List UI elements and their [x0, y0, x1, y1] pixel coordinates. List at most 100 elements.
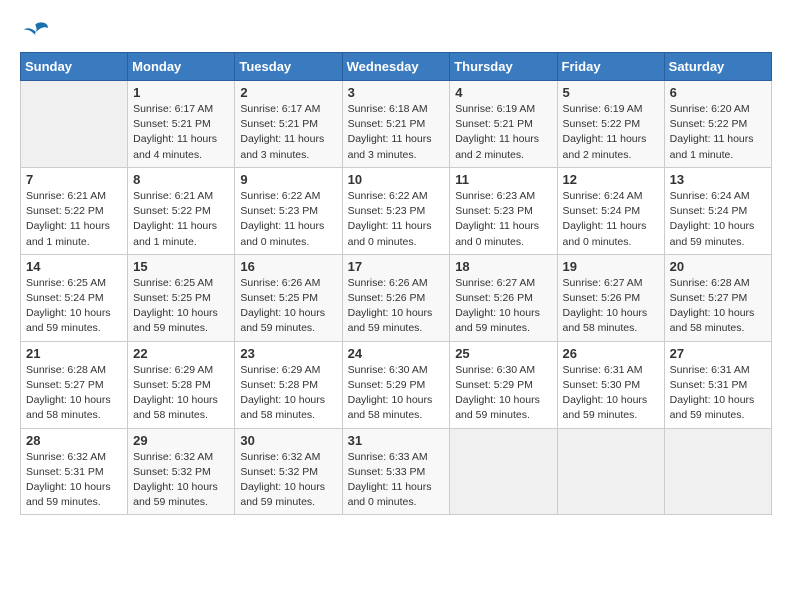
calendar-table: SundayMondayTuesdayWednesdayThursdayFrid… [20, 52, 772, 515]
day-info: Sunrise: 6:22 AM Sunset: 5:23 PM Dayligh… [240, 189, 336, 250]
day-info: Sunrise: 6:25 AM Sunset: 5:24 PM Dayligh… [26, 276, 122, 337]
calendar-cell: 24 Sunrise: 6:30 AM Sunset: 5:29 PM Dayli… [342, 341, 450, 428]
calendar-cell [21, 81, 128, 168]
calendar-cell: 28Sunrise: 6:32 AM Sunset: 5:31 PM Dayli… [21, 428, 128, 515]
calendar-cell: 10 Sunrise: 6:22 AM Sunset: 5:23 PM Dayli… [342, 167, 450, 254]
calendar-cell: 13Sunrise: 6:24 AM Sunset: 5:24 PM Dayli… [664, 167, 771, 254]
header-friday: Friday [557, 53, 664, 81]
day-info: Sunrise: 6:32 AM Sunset: 5:31 PM Dayligh… [26, 450, 122, 511]
day-number: 1 [133, 85, 229, 100]
week-row-3: 14 Sunrise: 6:25 AM Sunset: 5:24 PM Dayli… [21, 254, 772, 341]
day-number: 4 [455, 85, 551, 100]
day-number: 3 [348, 85, 445, 100]
day-info: Sunrise: 6:29 AM Sunset: 5:28 PM Dayligh… [133, 363, 229, 424]
calendar-cell: 23 Sunrise: 6:29 AM Sunset: 5:28 PM Dayli… [235, 341, 342, 428]
day-number: 6 [670, 85, 766, 100]
day-info: Sunrise: 6:32 AM Sunset: 5:32 PM Dayligh… [240, 450, 336, 511]
day-info: Sunrise: 6:17 AM Sunset: 5:21 PM Dayligh… [240, 102, 336, 163]
calendar-cell: 11 Sunrise: 6:23 AM Sunset: 5:23 PM Dayli… [450, 167, 557, 254]
calendar-cell: 8 Sunrise: 6:21 AM Sunset: 5:22 PM Daylig… [128, 167, 235, 254]
day-info: Sunrise: 6:26 AM Sunset: 5:25 PM Dayligh… [240, 276, 336, 337]
day-info: Sunrise: 6:30 AM Sunset: 5:29 PM Dayligh… [348, 363, 445, 424]
day-number: 14 [26, 259, 122, 274]
day-number: 24 [348, 346, 445, 361]
calendar-cell: 5Sunrise: 6:19 AM Sunset: 5:22 PM Daylig… [557, 81, 664, 168]
day-number: 11 [455, 172, 551, 187]
day-info: Sunrise: 6:28 AM Sunset: 5:27 PM Dayligh… [670, 276, 766, 337]
week-row-2: 7Sunrise: 6:21 AM Sunset: 5:22 PM Daylig… [21, 167, 772, 254]
calendar-cell: 1 Sunrise: 6:17 AM Sunset: 5:21 PM Daylig… [128, 81, 235, 168]
day-info: Sunrise: 6:29 AM Sunset: 5:28 PM Dayligh… [240, 363, 336, 424]
day-number: 25 [455, 346, 551, 361]
calendar-cell: 16 Sunrise: 6:26 AM Sunset: 5:25 PM Dayli… [235, 254, 342, 341]
header-wednesday: Wednesday [342, 53, 450, 81]
day-info: Sunrise: 6:22 AM Sunset: 5:23 PM Dayligh… [348, 189, 445, 250]
calendar-cell: 20 Sunrise: 6:28 AM Sunset: 5:27 PM Dayli… [664, 254, 771, 341]
calendar-cell [557, 428, 664, 515]
calendar-cell: 4 Sunrise: 6:19 AM Sunset: 5:21 PM Daylig… [450, 81, 557, 168]
day-number: 31 [348, 433, 445, 448]
day-info: Sunrise: 6:24 AM Sunset: 5:24 PM Dayligh… [670, 189, 766, 250]
calendar-cell: 7Sunrise: 6:21 AM Sunset: 5:22 PM Daylig… [21, 167, 128, 254]
day-number: 9 [240, 172, 336, 187]
day-number: 2 [240, 85, 336, 100]
day-info: Sunrise: 6:28 AM Sunset: 5:27 PM Dayligh… [26, 363, 122, 424]
day-info: Sunrise: 6:31 AM Sunset: 5:30 PM Dayligh… [563, 363, 659, 424]
calendar-cell: 6 Sunrise: 6:20 AM Sunset: 5:22 PM Daylig… [664, 81, 771, 168]
calendar-cell: 21 Sunrise: 6:28 AM Sunset: 5:27 PM Dayli… [21, 341, 128, 428]
calendar-cell: 15 Sunrise: 6:25 AM Sunset: 5:25 PM Dayli… [128, 254, 235, 341]
day-info: Sunrise: 6:19 AM Sunset: 5:22 PM Dayligh… [563, 102, 659, 163]
day-info: Sunrise: 6:30 AM Sunset: 5:29 PM Dayligh… [455, 363, 551, 424]
calendar-cell: 12 Sunrise: 6:24 AM Sunset: 5:24 PM Dayli… [557, 167, 664, 254]
day-number: 16 [240, 259, 336, 274]
day-info: Sunrise: 6:23 AM Sunset: 5:23 PM Dayligh… [455, 189, 551, 250]
day-number: 27 [670, 346, 766, 361]
day-info: Sunrise: 6:24 AM Sunset: 5:24 PM Dayligh… [563, 189, 659, 250]
calendar-cell: 14 Sunrise: 6:25 AM Sunset: 5:24 PM Dayli… [21, 254, 128, 341]
calendar-cell: 9 Sunrise: 6:22 AM Sunset: 5:23 PM Daylig… [235, 167, 342, 254]
logo [20, 20, 50, 42]
week-row-5: 28Sunrise: 6:32 AM Sunset: 5:31 PM Dayli… [21, 428, 772, 515]
day-number: 15 [133, 259, 229, 274]
day-number: 21 [26, 346, 122, 361]
day-number: 19 [563, 259, 659, 274]
day-number: 22 [133, 346, 229, 361]
calendar-cell: 18 Sunrise: 6:27 AM Sunset: 5:26 PM Dayli… [450, 254, 557, 341]
calendar-cell: 31 Sunrise: 6:33 AM Sunset: 5:33 PM Dayli… [342, 428, 450, 515]
day-number: 8 [133, 172, 229, 187]
calendar-cell [450, 428, 557, 515]
calendar-cell: 26Sunrise: 6:31 AM Sunset: 5:30 PM Dayli… [557, 341, 664, 428]
day-info: Sunrise: 6:25 AM Sunset: 5:25 PM Dayligh… [133, 276, 229, 337]
day-number: 17 [348, 259, 445, 274]
calendar-cell: 3Sunrise: 6:18 AM Sunset: 5:21 PM Daylig… [342, 81, 450, 168]
header-monday: Monday [128, 53, 235, 81]
day-info: Sunrise: 6:33 AM Sunset: 5:33 PM Dayligh… [348, 450, 445, 511]
calendar-cell: 17 Sunrise: 6:26 AM Sunset: 5:26 PM Dayli… [342, 254, 450, 341]
week-row-4: 21 Sunrise: 6:28 AM Sunset: 5:27 PM Dayli… [21, 341, 772, 428]
header-sunday: Sunday [21, 53, 128, 81]
day-info: Sunrise: 6:17 AM Sunset: 5:21 PM Dayligh… [133, 102, 229, 163]
day-number: 18 [455, 259, 551, 274]
day-info: Sunrise: 6:27 AM Sunset: 5:26 PM Dayligh… [563, 276, 659, 337]
week-row-1: 1 Sunrise: 6:17 AM Sunset: 5:21 PM Daylig… [21, 81, 772, 168]
day-info: Sunrise: 6:21 AM Sunset: 5:22 PM Dayligh… [133, 189, 229, 250]
calendar-cell: 19 Sunrise: 6:27 AM Sunset: 5:26 PM Dayli… [557, 254, 664, 341]
day-number: 30 [240, 433, 336, 448]
day-info: Sunrise: 6:26 AM Sunset: 5:26 PM Dayligh… [348, 276, 445, 337]
day-number: 29 [133, 433, 229, 448]
header-thursday: Thursday [450, 53, 557, 81]
day-info: Sunrise: 6:31 AM Sunset: 5:31 PM Dayligh… [670, 363, 766, 424]
day-info: Sunrise: 6:19 AM Sunset: 5:21 PM Dayligh… [455, 102, 551, 163]
calendar-cell: 25 Sunrise: 6:30 AM Sunset: 5:29 PM Dayli… [450, 341, 557, 428]
day-info: Sunrise: 6:20 AM Sunset: 5:22 PM Dayligh… [670, 102, 766, 163]
day-number: 23 [240, 346, 336, 361]
calendar-cell: 29Sunrise: 6:32 AM Sunset: 5:32 PM Dayli… [128, 428, 235, 515]
calendar-cell: 22 Sunrise: 6:29 AM Sunset: 5:28 PM Dayli… [128, 341, 235, 428]
day-number: 10 [348, 172, 445, 187]
day-number: 20 [670, 259, 766, 274]
day-number: 12 [563, 172, 659, 187]
header-row: SundayMondayTuesdayWednesdayThursdayFrid… [21, 53, 772, 81]
header-saturday: Saturday [664, 53, 771, 81]
calendar-cell: 2 Sunrise: 6:17 AM Sunset: 5:21 PM Daylig… [235, 81, 342, 168]
day-info: Sunrise: 6:27 AM Sunset: 5:26 PM Dayligh… [455, 276, 551, 337]
